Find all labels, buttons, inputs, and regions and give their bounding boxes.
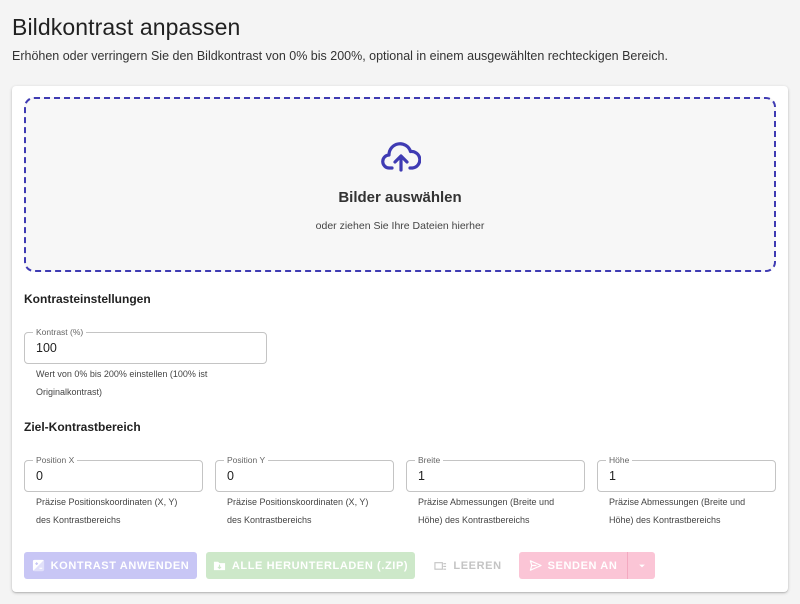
contrast-settings-heading: Kontrasteinstellungen xyxy=(24,292,151,306)
position-x-label: Position X xyxy=(33,455,78,465)
dropzone-title: Bilder auswählen xyxy=(338,189,462,206)
apply-contrast-button[interactable]: KONTRAST ANWENDEN xyxy=(24,552,197,579)
position-y-field[interactable]: Position Y 0 xyxy=(215,455,394,492)
send-to-button[interactable]: SENDEN AN xyxy=(519,552,627,579)
caret-down-icon xyxy=(638,564,645,567)
apply-contrast-label: KONTRAST ANWENDEN xyxy=(50,559,190,572)
folder-download-icon xyxy=(213,561,225,571)
contrast-field-label: Kontrast (%) xyxy=(33,327,87,337)
position-x-helper: Präzise Positionskoordinaten (X, Y) des … xyxy=(36,497,178,525)
download-all-label: ALLE HERUNTERLADEN (.ZIP) xyxy=(231,559,409,572)
contrast-field-value[interactable]: 100 xyxy=(36,341,57,355)
send-to-label: SENDEN AN xyxy=(547,559,618,572)
send-icon xyxy=(529,560,542,571)
width-label: Breite xyxy=(415,455,444,465)
height-field[interactable]: Höhe 1 xyxy=(597,455,776,492)
clear-button[interactable]: LEEREN xyxy=(424,552,512,579)
contrast-icon xyxy=(32,559,44,572)
tool-card: Bilder auswählen oder ziehen Sie Ihre Da… xyxy=(12,86,788,592)
page-subtitle: Erhöhen oder verringern Sie den Bildkont… xyxy=(12,49,668,63)
dropzone-subtitle: oder ziehen Sie Ihre Dateien hierher xyxy=(315,220,485,232)
file-dropzone[interactable]: Bilder auswählen oder ziehen Sie Ihre Da… xyxy=(24,97,776,272)
height-value[interactable]: 1 xyxy=(609,469,616,483)
contrast-field-helper: Wert von 0% bis 200% einstellen (100% is… xyxy=(36,369,208,397)
cloud-upload-icon xyxy=(381,142,421,172)
page-title: Bildkontrast anpassen xyxy=(12,14,241,40)
clear-label: LEEREN xyxy=(453,559,502,572)
width-helper: Präzise Abmessungen (Breite und Höhe) de… xyxy=(418,497,555,525)
width-field[interactable]: Breite 1 xyxy=(406,455,585,492)
clear-icon xyxy=(434,562,447,570)
position-x-value[interactable]: 0 xyxy=(36,469,43,483)
height-helper: Präzise Abmessungen (Breite und Höhe) de… xyxy=(609,497,746,525)
width-value[interactable]: 1 xyxy=(418,469,425,483)
height-label: Höhe xyxy=(606,455,633,465)
target-area-heading: Ziel-Kontrastbereich xyxy=(24,420,141,434)
download-all-button[interactable]: ALLE HERUNTERLADEN (.ZIP) xyxy=(206,552,415,579)
position-y-value[interactable]: 0 xyxy=(227,469,234,483)
position-y-helper: Präzise Positionskoordinaten (X, Y) des … xyxy=(227,497,369,525)
send-to-dropdown-button[interactable] xyxy=(628,552,655,579)
position-y-label: Position Y xyxy=(224,455,269,465)
contrast-field[interactable]: Kontrast (%) 100 xyxy=(24,327,267,364)
position-x-field[interactable]: Position X 0 xyxy=(24,455,203,492)
